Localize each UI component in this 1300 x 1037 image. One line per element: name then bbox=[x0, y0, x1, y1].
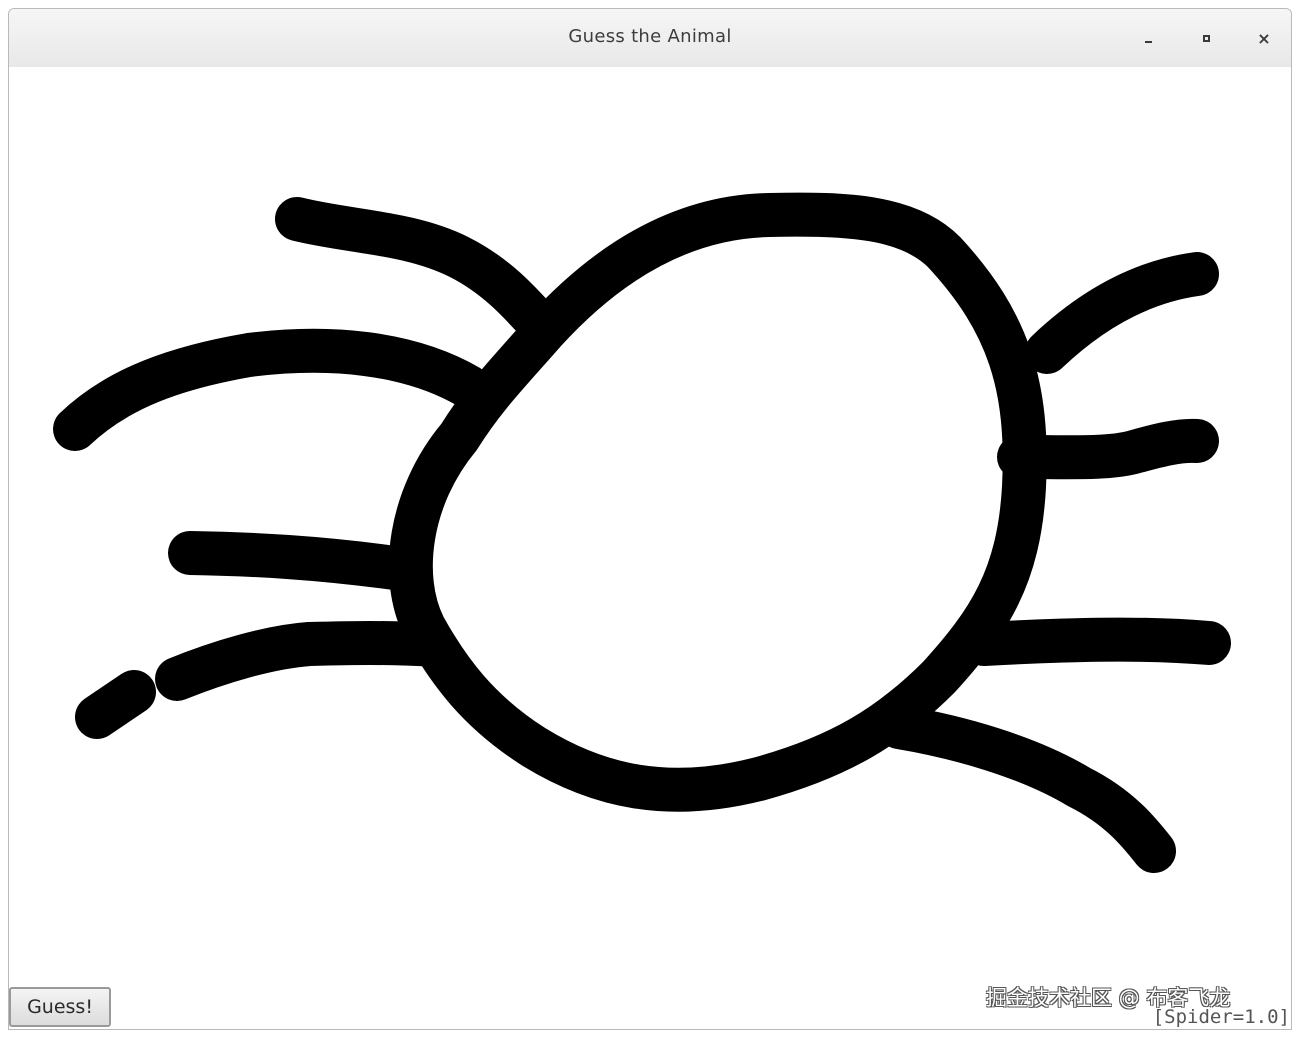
window-title: Guess the Animal bbox=[568, 26, 732, 47]
minimize-button[interactable] bbox=[1133, 23, 1163, 53]
minimize-icon bbox=[1144, 41, 1152, 43]
spider-leg-left-4 bbox=[75, 670, 156, 739]
spider-leg-left-1 bbox=[275, 197, 566, 351]
spider-leg-right-4 bbox=[877, 705, 1176, 873]
spider-leg-left-2 bbox=[53, 328, 491, 451]
close-button[interactable]: × bbox=[1249, 23, 1279, 53]
app-window: Guess the Animal × Guess! bbox=[8, 8, 1292, 1030]
spider-leg-right-2 bbox=[997, 418, 1219, 480]
prediction-result: [Spider=1.0] bbox=[1152, 1006, 1290, 1028]
title-bar[interactable]: Guess the Animal × bbox=[9, 9, 1291, 68]
spider-leg-right-3 bbox=[962, 617, 1231, 666]
spider-leg-right-1 bbox=[1025, 252, 1219, 374]
maximize-icon bbox=[1202, 34, 1210, 42]
spider-leg-left-3 bbox=[168, 531, 431, 592]
spider-leg-left-5 bbox=[155, 621, 456, 701]
maximize-button[interactable] bbox=[1191, 23, 1221, 53]
guess-button[interactable]: Guess! bbox=[9, 987, 111, 1027]
spider-drawing bbox=[53, 192, 1231, 873]
drawing-canvas[interactable]: Guess! bbox=[9, 67, 1291, 1029]
close-icon: × bbox=[1257, 28, 1271, 48]
